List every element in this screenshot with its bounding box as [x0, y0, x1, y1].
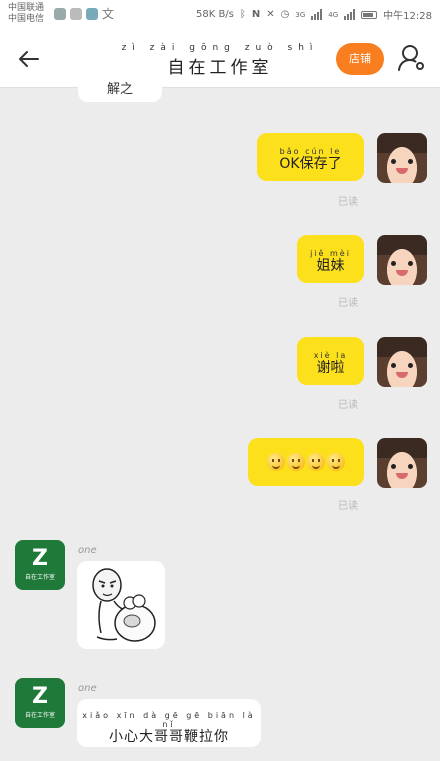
text-icon: 文: [102, 7, 115, 21]
carrier-info: 中国联通 中国电信: [8, 3, 44, 25]
read-status-4: 已读: [338, 501, 358, 512]
mute-icon: ✕: [266, 9, 275, 20]
avatar-letter: Z: [32, 546, 48, 571]
signal-icon: [311, 9, 323, 20]
message-1-pinyin: bǎo cún le: [279, 147, 342, 156]
message-bubble-4[interactable]: [248, 438, 364, 486]
message-bubble-1[interactable]: bǎo cún le OK保存了: [257, 133, 364, 181]
bluetooth-icon: ᛒ: [239, 9, 246, 20]
sender-name: one: [78, 545, 97, 556]
meme-sticker-icon: [92, 568, 156, 642]
avatar-letter: Z: [32, 684, 48, 709]
net-speed: 58K B/s: [195, 9, 234, 20]
contact-avatar[interactable]: Z 自在工作室: [15, 540, 65, 590]
signal-3g: 3G: [295, 10, 306, 19]
message-bubble-6[interactable]: xiǎo xīn dà gē gē biān là nǐ 小心大哥哥鞭拉你: [77, 699, 261, 747]
clock: 中午12:28: [383, 11, 432, 22]
carrier-line-2: 中国电信: [8, 14, 45, 24]
my-avatar[interactable]: [377, 133, 427, 183]
app-notification-icon: [54, 8, 66, 20]
avatar-caption: 自在工作室: [24, 712, 55, 719]
avatar-caption: 自在工作室: [24, 574, 55, 581]
user-settings-icon: [398, 45, 424, 71]
file-icon: [70, 8, 82, 20]
notification-icons: 文: [54, 8, 114, 20]
my-avatar[interactable]: [377, 438, 427, 488]
message-bubble-3[interactable]: xiè la 谢啦: [297, 337, 364, 385]
my-avatar[interactable]: [377, 337, 427, 387]
read-status-3: 已读: [338, 400, 358, 411]
smiley-emoji-icon: [307, 453, 325, 471]
smiley-emoji-icon: [327, 453, 345, 471]
read-status-1: 已读: [338, 197, 358, 208]
signal-icon-2: [344, 9, 356, 20]
battery-icon: [361, 10, 378, 19]
contact-avatar[interactable]: Z 自在工作室: [15, 678, 65, 728]
status-right: 58K B/s ᛒ N ✕ ◷ 3G 4G 中午12:28: [196, 7, 432, 22]
my-avatar[interactable]: [377, 235, 427, 285]
smiley-emoji-icon: [287, 453, 305, 471]
sticker-message[interactable]: [77, 561, 165, 649]
carrier-line-1: 中国联通: [8, 3, 45, 13]
message-6-text: 小心大哥哥鞭拉你: [109, 729, 229, 745]
message-2-text: 姐妹: [316, 258, 345, 274]
store-button[interactable]: 店铺: [336, 43, 384, 75]
cut-off-message[interactable]: 解之: [78, 72, 162, 102]
sender-name: one: [78, 683, 97, 694]
video-icon: [86, 8, 98, 20]
alarm-icon: ◷: [280, 9, 290, 20]
message-1-text: OK保存了: [279, 156, 342, 172]
nfc-icon: N: [251, 9, 261, 20]
message-6-pinyin: xiǎo xīn dà gē gē biān là nǐ: [82, 711, 256, 729]
title-text: 自在工作室: [167, 58, 273, 78]
cut-off-text: 解之: [106, 82, 133, 97]
chat-header: zì zài gōng zuò shì 自在工作室 店铺: [0, 30, 440, 88]
status-bar: 中国联通 中国电信 文 58K B/s ᛒ N ✕ ◷ 3G 4G 中午12:2…: [0, 0, 440, 30]
read-status-2: 已读: [338, 298, 358, 309]
message-2-pinyin: jiě mèi: [310, 249, 351, 258]
smiley-emoji-icon: [267, 453, 285, 471]
profile-button[interactable]: [396, 42, 428, 74]
message-bubble-2[interactable]: jiě mèi 姐妹: [297, 235, 364, 283]
signal-4g: 4G: [328, 10, 339, 19]
message-3-pinyin: xiè la: [313, 351, 348, 360]
message-3-text: 谢啦: [316, 360, 345, 376]
